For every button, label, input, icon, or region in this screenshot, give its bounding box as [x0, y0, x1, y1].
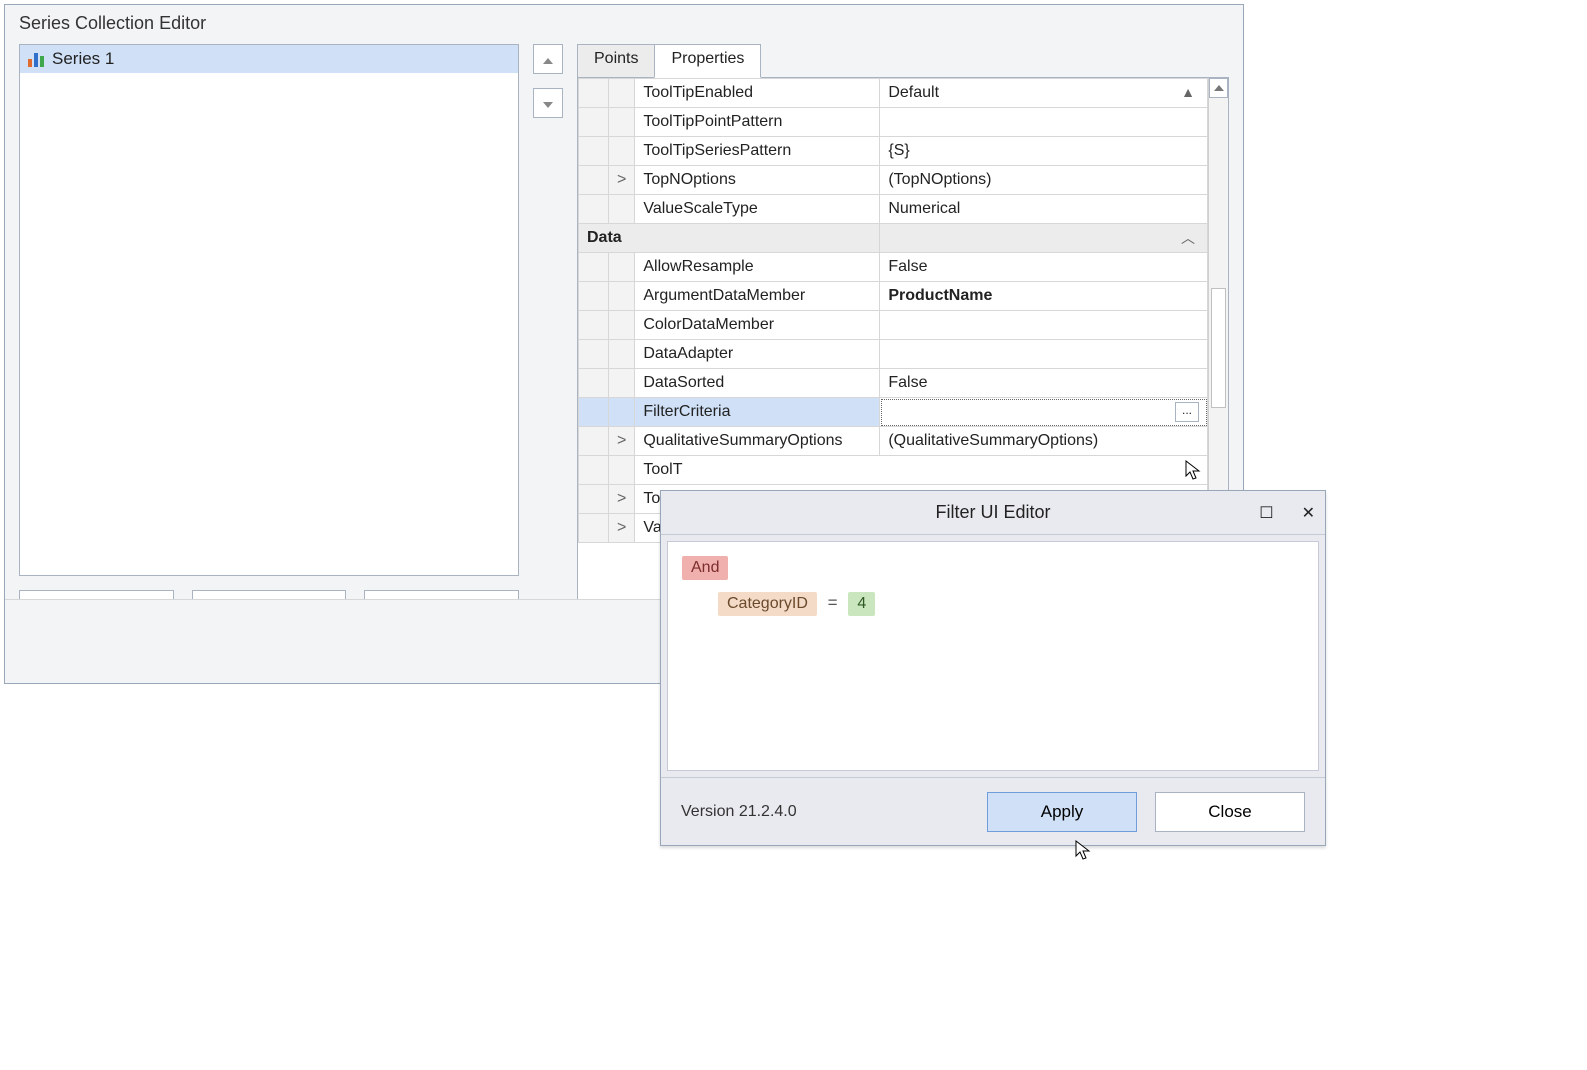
prop-row: >TopNOptions(TopNOptions) — [579, 166, 1208, 195]
series-item-label: Series 1 — [52, 49, 114, 69]
expand-icon[interactable]: > — [609, 427, 635, 456]
tab-bar: Points Properties — [577, 44, 1229, 78]
prop-key: AllowResample — [635, 253, 880, 282]
prop-key: ArgumentDataMember — [635, 282, 880, 311]
dialog-title: Series Collection Editor — [5, 5, 1243, 44]
filter-body: And CategoryID = 4 — [667, 541, 1319, 771]
prop-key: FilterCriteria — [635, 398, 880, 427]
prop-row: ValueScaleTypeNumerical — [579, 195, 1208, 224]
filter-and-operator[interactable]: And — [682, 556, 728, 580]
filter-title: Filter UI Editor — [935, 502, 1050, 523]
expand-icon[interactable]: > — [609, 514, 635, 543]
prop-key: ToolTipSeriesPattern — [635, 137, 880, 166]
move-up-button[interactable] — [533, 44, 563, 74]
prop-value[interactable] — [880, 108, 1208, 137]
filter-ui-editor-dialog: Filter UI Editor ☐ ✕ And CategoryID = 4 … — [660, 490, 1326, 846]
close-icon[interactable]: ✕ — [1302, 503, 1315, 523]
prop-key: TopNOptions — [635, 166, 880, 195]
filter-field[interactable]: CategoryID — [718, 592, 817, 616]
prop-row: >QualitativeSummaryOptions(QualitativeSu… — [579, 427, 1208, 456]
prop-row-selected: FilterCriteria... — [579, 398, 1208, 427]
prop-key: ValueScaleType — [635, 195, 880, 224]
prop-value[interactable]: (QualitativeSummaryOptions) — [880, 427, 1208, 456]
category-label[interactable]: Data — [579, 224, 880, 253]
filter-titlebar[interactable]: Filter UI Editor ☐ ✕ — [661, 491, 1325, 535]
reorder-buttons — [533, 44, 563, 624]
prop-key: DataAdapter — [635, 340, 880, 369]
prop-value[interactable] — [880, 340, 1208, 369]
filter-value[interactable]: 4 — [848, 592, 875, 616]
prop-value[interactable]: Default▲ — [880, 79, 1208, 108]
prop-row: ArgumentDataMemberProductName — [579, 282, 1208, 311]
maximize-icon[interactable]: ☐ — [1259, 503, 1273, 523]
prop-key: ToolTipPointPattern — [635, 108, 880, 137]
close-button[interactable]: Close — [1155, 792, 1305, 832]
filter-footer: Version 21.2.4.0 Apply Close — [661, 777, 1325, 845]
prop-row: DataSortedFalse — [579, 369, 1208, 398]
prop-row: ToolTipPointPattern — [579, 108, 1208, 137]
prop-key: DataSorted — [635, 369, 880, 398]
scroll-up-button[interactable] — [1209, 78, 1228, 98]
series-item[interactable]: Series 1 — [20, 45, 518, 73]
series-panel: Series 1 Add... Copy Remove — [19, 44, 519, 624]
expand-icon[interactable]: > — [609, 485, 635, 514]
prop-key: ToolTipEnabled — [635, 79, 880, 108]
prop-value[interactable]: Numerical — [880, 195, 1208, 224]
prop-row: ToolTipSeriesPattern{S} — [579, 137, 1208, 166]
prop-value[interactable]: False — [880, 369, 1208, 398]
prop-value[interactable]: ... — [880, 398, 1208, 427]
filter-condition: CategoryID = 4 — [682, 592, 1304, 616]
apply-button[interactable]: Apply — [987, 792, 1137, 832]
ellipsis-button[interactable]: ... — [1175, 402, 1199, 422]
prop-key: QualitativeSummaryOptions — [635, 427, 880, 456]
prop-value[interactable]: (TopNOptions) — [880, 166, 1208, 195]
expand-icon[interactable]: > — [609, 166, 635, 195]
move-down-button[interactable] — [533, 88, 563, 118]
scroll-thumb[interactable] — [1211, 288, 1226, 408]
filter-operator[interactable]: = — [828, 593, 838, 612]
prop-value[interactable] — [880, 311, 1208, 340]
prop-row: ColorDataMember — [579, 311, 1208, 340]
tab-properties[interactable]: Properties — [654, 44, 761, 78]
prop-value[interactable]: ProductName — [880, 282, 1208, 311]
prop-row: AllowResampleFalse — [579, 253, 1208, 282]
property-table: ToolTipEnabledDefault▲ ToolTipPointPatte… — [578, 78, 1208, 543]
series-list[interactable]: Series 1 — [19, 44, 519, 576]
tab-points[interactable]: Points — [577, 44, 655, 78]
prop-row: ToolTipEnabledDefault▲ — [579, 79, 1208, 108]
chevron-up-icon[interactable]: ︿ — [1181, 228, 1195, 248]
prop-row: DataAdapter — [579, 340, 1208, 369]
prop-row: ToolT — [579, 456, 1208, 485]
prop-key: ToolT — [635, 456, 1208, 485]
category-row: Data ︿ — [579, 224, 1208, 253]
version-label: Version 21.2.4.0 — [681, 803, 797, 821]
prop-value[interactable]: {S} — [880, 137, 1208, 166]
prop-key: ColorDataMember — [635, 311, 880, 340]
bar-chart-icon — [28, 51, 44, 67]
window-controls: ☐ ✕ — [1259, 503, 1315, 523]
chevron-up-icon[interactable]: ▲ — [1181, 84, 1195, 100]
prop-value[interactable]: False — [880, 253, 1208, 282]
